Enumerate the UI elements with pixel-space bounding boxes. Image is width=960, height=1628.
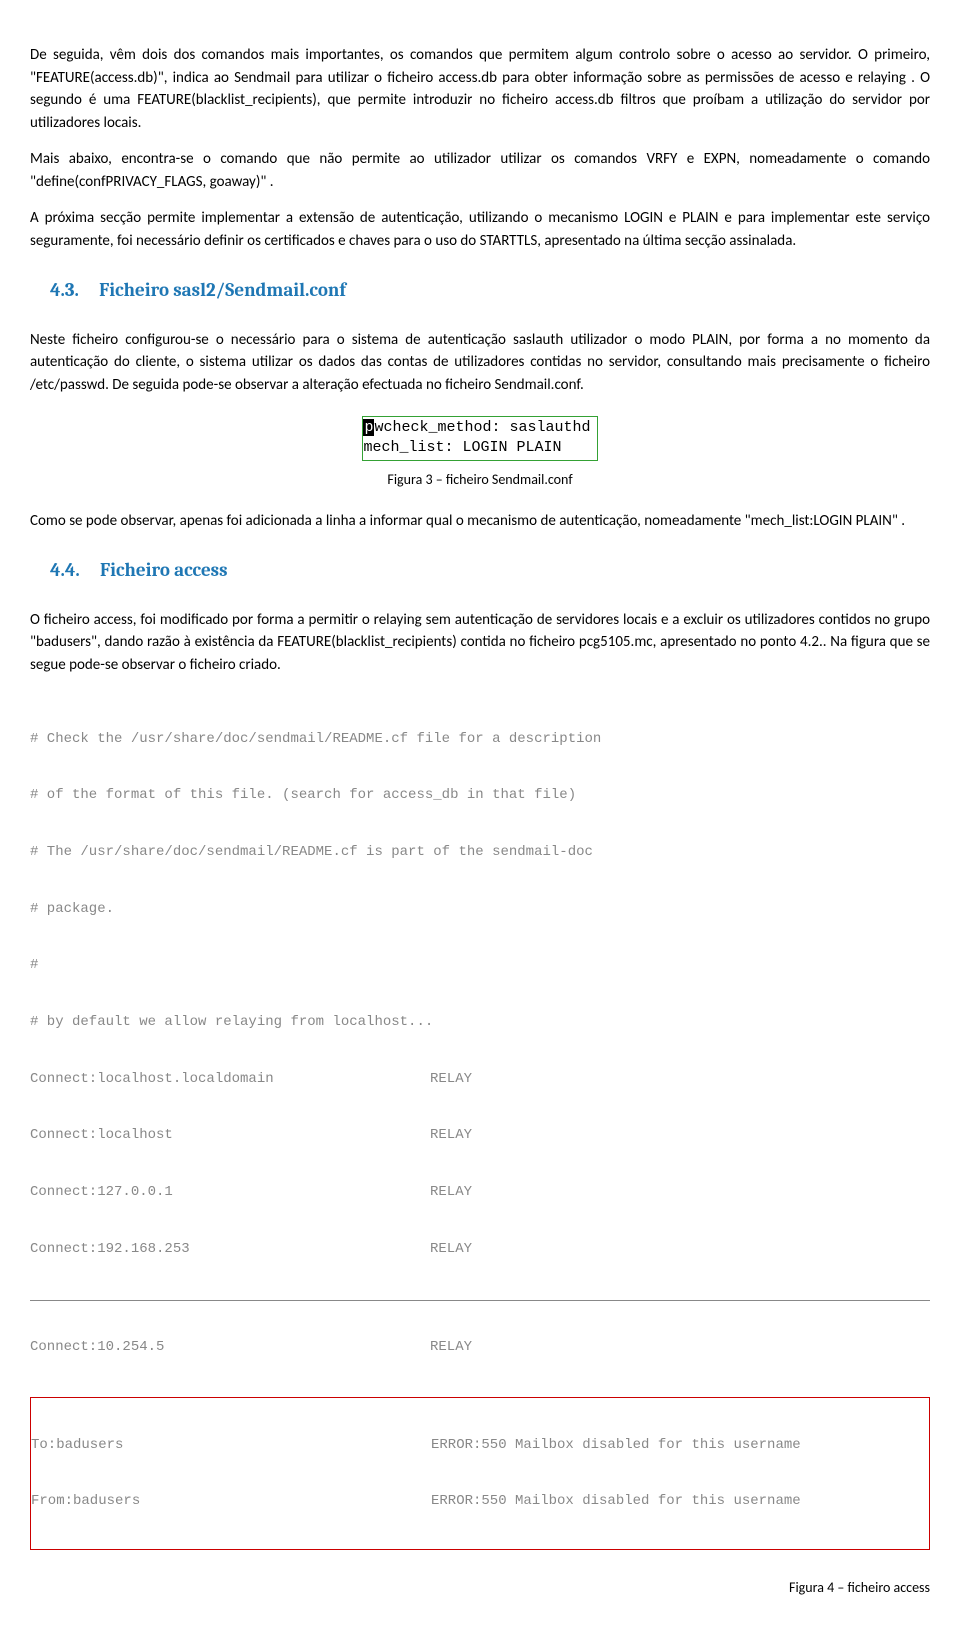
code-line: # by default we allow relaying from loca…: [30, 1013, 930, 1032]
relay-value: RELAY: [430, 1070, 930, 1089]
code-line: # package.: [30, 900, 930, 919]
error-key: From:badusers: [31, 1492, 431, 1511]
heading-4-4: 4.4. Ficheiro access: [30, 556, 930, 585]
error-key: To:badusers: [31, 1436, 431, 1455]
relay-key: Connect:127.0.0.1: [30, 1183, 430, 1202]
error-row: From:badusersERROR:550 Mailbox disabled …: [31, 1492, 929, 1511]
figure-3-caption: Figura 3 – ficheiro Sendmail.conf: [30, 469, 930, 490]
paragraph: Como se pode observar, apenas foi adicio…: [30, 510, 930, 533]
code-line: wcheck_method: saslauthd: [374, 419, 590, 436]
relay-key: Connect:10.254.5: [30, 1338, 430, 1357]
relay-value: RELAY: [430, 1126, 930, 1145]
relay-key: Connect:localhost.localdomain: [30, 1070, 430, 1089]
relay-key: Connect:192.168.253: [30, 1240, 430, 1259]
relay-value: RELAY: [430, 1240, 930, 1259]
error-value: ERROR:550 Mailbox disabled for this user…: [431, 1492, 929, 1511]
code-snippet: pwcheck_method: saslauthd mech_list: LOG…: [362, 416, 597, 461]
figure-4-caption: Figura 4 – ficheiro access: [30, 1577, 930, 1598]
code-line: # The /usr/share/doc/sendmail/README.cf …: [30, 843, 930, 862]
figure-4-image: # Check the /usr/share/doc/sendmail/READ…: [30, 692, 930, 1569]
relay-row: Connect:localhostRELAY: [30, 1126, 930, 1145]
relay-row: Connect:127.0.0.1RELAY: [30, 1183, 930, 1202]
relay-row: Connect:localhost.localdomainRELAY: [30, 1070, 930, 1089]
figure-3-image: pwcheck_method: saslauthd mech_list: LOG…: [30, 416, 930, 461]
paragraph: A próxima secção permite implementar a e…: [30, 207, 930, 252]
paragraph: O ficheiro access, foi modificado por fo…: [30, 609, 930, 677]
heading-number: 4.3.: [50, 279, 79, 301]
error-row: To:badusersERROR:550 Mailbox disabled fo…: [31, 1436, 929, 1455]
relay-value: RELAY: [430, 1338, 930, 1357]
code-line: # Check the /usr/share/doc/sendmail/READ…: [30, 730, 930, 749]
error-value: ERROR:550 Mailbox disabled for this user…: [431, 1436, 929, 1455]
code-line: mech_list: LOGIN PLAIN: [363, 438, 590, 458]
relay-row: Connect:192.168.253RELAY: [30, 1240, 930, 1259]
paragraph: Neste ficheiro configurou-se o necessári…: [30, 329, 930, 397]
code-line: # of the format of this file. (search fo…: [30, 786, 930, 805]
paragraph: De seguida, vêm dois dos comandos mais i…: [30, 44, 930, 134]
heading-title: Ficheiro sasl2/Sendmail.conf: [99, 279, 346, 301]
separator-line: [30, 1300, 930, 1301]
paragraph: Mais abaixo, encontra-se o comando que n…: [30, 148, 930, 193]
relay-value: RELAY: [430, 1183, 930, 1202]
relay-key: Connect:localhost: [30, 1126, 430, 1145]
relay-row: Connect:10.254.5RELAY: [30, 1338, 930, 1357]
heading-4-3: 4.3. Ficheiro sasl2/Sendmail.conf: [30, 276, 930, 305]
heading-title: Ficheiro access: [100, 559, 228, 581]
heading-number: 4.4.: [50, 559, 80, 581]
error-highlight-box: To:badusersERROR:550 Mailbox disabled fo…: [30, 1397, 930, 1550]
cursor-char: p: [363, 419, 374, 436]
code-line: #: [30, 956, 930, 975]
